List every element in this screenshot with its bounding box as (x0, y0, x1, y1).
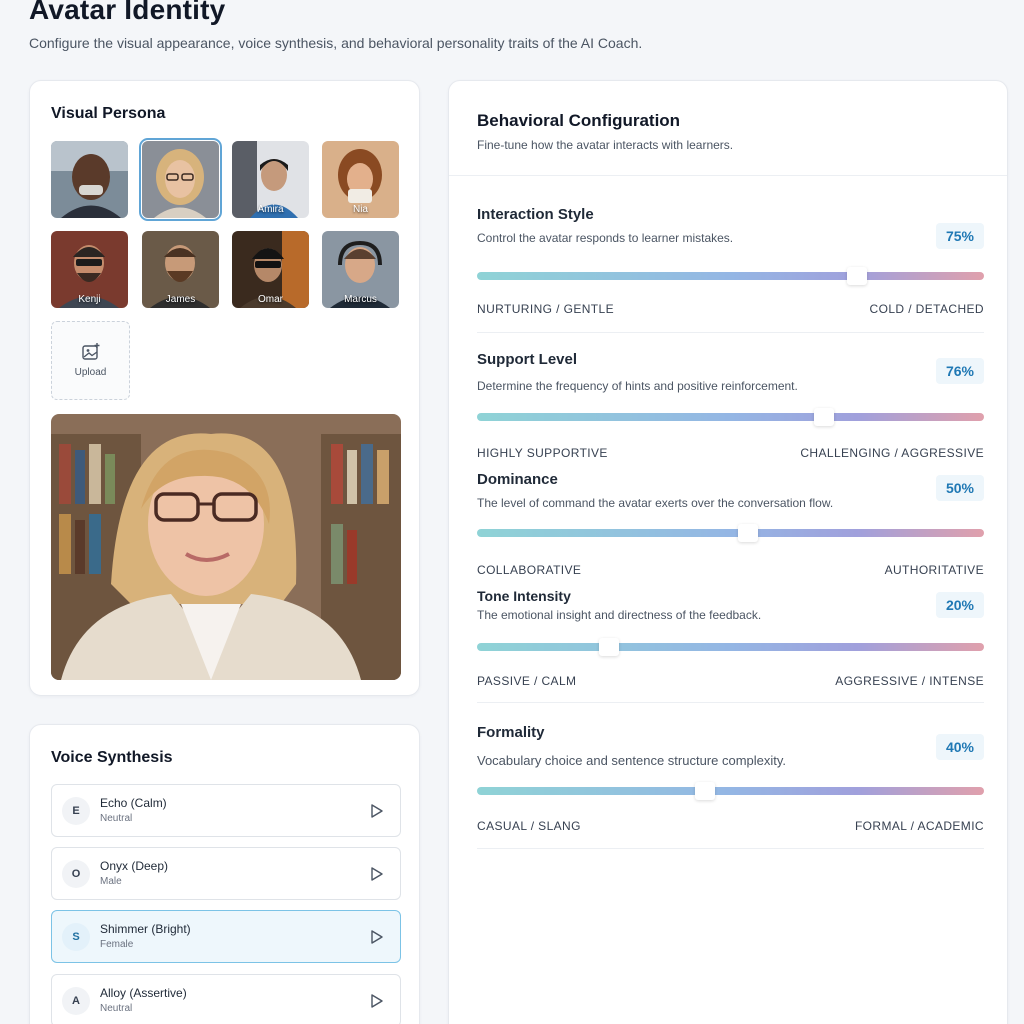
voice-option-alloy[interactable]: A Alloy (Assertive) Neutral (51, 974, 401, 1024)
slider-min-label: COLLABORATIVE (477, 563, 582, 577)
behavioral-configuration-card: Behavioral Configuration Fine-tune how t… (448, 80, 1008, 1024)
behavioral-configuration-subtitle: Fine-tune how the avatar interacts with … (477, 138, 734, 152)
trait-value-badge: 50% (936, 475, 984, 501)
trait-value-badge: 76% (936, 358, 984, 384)
slider-max-label: COLD / DETACHED (869, 302, 984, 316)
avatar-preview-image (51, 414, 401, 680)
avatar-option-kenji[interactable]: Kenji (51, 231, 128, 308)
avatar-name: Omar (258, 294, 283, 305)
slider-max-label: CHALLENGING / AGGRESSIVE (800, 446, 984, 460)
voice-badge: E (62, 797, 90, 825)
avatar-option-omar[interactable]: Omar (232, 231, 309, 308)
visual-persona-title: Visual Persona (51, 105, 166, 122)
avatar-option-1[interactable] (51, 141, 128, 218)
play-icon[interactable] (370, 993, 384, 1009)
formality-slider[interactable] (477, 782, 984, 800)
divider (477, 848, 984, 849)
avatar-option-marcus[interactable]: Marcus (322, 231, 399, 308)
trait-name: Dominance (477, 471, 558, 488)
avatar-name: James (165, 294, 196, 305)
avatar-name: Marcus (344, 294, 377, 305)
voice-badge: A (62, 987, 90, 1015)
voice-option-shimmer[interactable]: S Shimmer (Bright) Female (51, 910, 401, 963)
avatar-portrait-icon (51, 141, 128, 218)
voice-option-echo[interactable]: E Echo (Calm) Neutral (51, 784, 401, 837)
avatar-option-2[interactable] (139, 138, 222, 221)
trait-description: The emotional insight and directness of … (477, 608, 762, 622)
divider (449, 175, 1007, 176)
voice-badge: O (62, 860, 90, 888)
trait-description: Determine the frequency of hints and pos… (477, 379, 798, 393)
slider-min-label: NURTURING / GENTLE (477, 302, 614, 316)
voice-type: Neutral (100, 1003, 133, 1014)
avatar-name: Nia (352, 204, 368, 215)
trait-description: The level of command the avatar exerts o… (477, 496, 834, 510)
upload-label: Upload (74, 367, 107, 378)
voice-name: Echo (Calm) (100, 796, 167, 810)
divider (477, 702, 984, 703)
divider (477, 332, 984, 333)
trait-name: Formality (477, 724, 545, 741)
voice-type: Neutral (100, 813, 133, 824)
slider-thumb[interactable] (847, 267, 868, 285)
avatar-portrait-icon (142, 141, 219, 218)
voice-badge: S (62, 923, 90, 951)
support-level-slider[interactable] (477, 408, 984, 426)
avatar-option-amira[interactable]: Amira (232, 141, 309, 218)
trait-description: Control the avatar responds to learner m… (477, 231, 734, 245)
slider-thumb[interactable] (814, 408, 835, 426)
behavioral-configuration-title: Behavioral Configuration (477, 111, 681, 130)
avatar-option-nia[interactable]: Nia (322, 141, 399, 218)
voice-option-onyx[interactable]: O Onyx (Deep) Male (51, 847, 401, 900)
slider-max-label: FORMAL / ACADEMIC (854, 819, 984, 833)
image-upload-icon (82, 343, 100, 360)
trait-value-badge: 20% (936, 592, 984, 618)
visual-persona-card: Visual Persona Amira Nia Kenji James Oma… (29, 80, 420, 696)
voice-name: Shimmer (Bright) (100, 922, 191, 936)
voice-synthesis-title: Voice Synthesis (51, 749, 173, 766)
slider-min-label: PASSIVE / CALM (477, 674, 577, 688)
trait-value-badge: 75% (936, 223, 984, 249)
trait-name: Tone Intensity (477, 588, 571, 604)
play-icon[interactable] (370, 866, 384, 882)
avatar-name: Amira (257, 204, 284, 215)
slider-thumb[interactable] (695, 782, 716, 800)
voice-type: Female (100, 939, 134, 950)
upload-avatar-button[interactable]: Upload (51, 321, 130, 400)
play-icon[interactable] (370, 803, 384, 819)
slider-max-label: AUTHORITATIVE (884, 563, 984, 577)
voice-name: Onyx (Deep) (100, 859, 169, 873)
slider-thumb[interactable] (598, 638, 619, 656)
slider-min-label: HIGHLY SUPPORTIVE (477, 446, 608, 460)
trait-value-badge: 40% (936, 734, 984, 760)
voice-name: Alloy (Assertive) (100, 986, 187, 1000)
interaction-style-slider[interactable] (477, 267, 984, 285)
page-title: Avatar Identity (29, 0, 226, 25)
slider-thumb[interactable] (738, 524, 759, 542)
page-subtitle: Configure the visual appearance, voice s… (29, 35, 643, 51)
trait-name: Support Level (477, 351, 578, 368)
voice-type: Male (100, 876, 122, 887)
avatar-option-james[interactable]: James (142, 231, 219, 308)
trait-name: Interaction Style (477, 206, 594, 223)
play-icon[interactable] (370, 929, 384, 945)
slider-min-label: CASUAL / SLANG (477, 819, 581, 833)
tone-intensity-slider[interactable] (477, 638, 984, 656)
trait-description: Vocabulary choice and sentence structure… (477, 753, 787, 768)
slider-max-label: AGGRESSIVE / INTENSE (835, 674, 984, 688)
dominance-slider[interactable] (477, 524, 984, 542)
avatar-name: Kenji (78, 294, 101, 305)
voice-synthesis-card: Voice Synthesis E Echo (Calm) Neutral O … (29, 724, 420, 1024)
